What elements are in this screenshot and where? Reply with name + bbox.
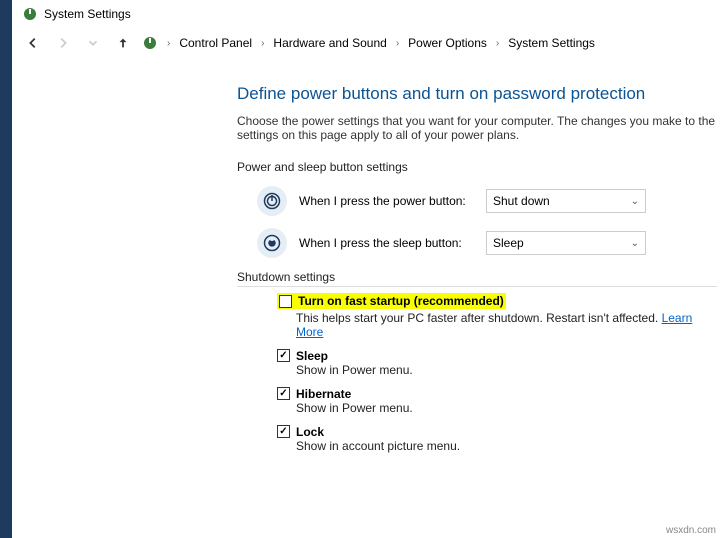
fast-startup-label: Turn on fast startup (recommended) [298,294,504,308]
titlebar: System Settings [12,0,720,28]
sleep-button-value: Sleep [493,236,524,250]
window-title: System Settings [44,7,131,21]
lock-desc: Show in account picture menu. [296,439,720,453]
hibernate-label: Hibernate [296,387,351,401]
lock-label: Lock [296,425,324,439]
power-button-dropdown[interactable]: Shut down ⌄ [486,189,646,213]
up-button[interactable] [112,32,134,54]
sleep-desc: Show in Power menu. [296,363,720,377]
hibernate-desc: Show in Power menu. [296,401,720,415]
sleep-button-dropdown[interactable]: Sleep ⌄ [486,231,646,255]
breadcrumb-power-options[interactable]: Power Options [408,36,487,50]
system-settings-window: System Settings › Control Panel › Hardwa… [12,0,720,453]
power-options-icon [22,6,38,22]
power-button-label: When I press the power button: [299,194,474,208]
page-title: Define power buttons and turn on passwor… [237,84,720,104]
fast-startup-desc: This helps start your PC faster after sh… [296,311,720,339]
back-button[interactable] [22,32,44,54]
breadcrumb-control-panel[interactable]: Control Panel [179,36,252,50]
shutdown-settings-list: Turn on fast startup (recommended) This … [237,293,720,453]
sleep-checkbox[interactable] [277,349,290,362]
power-button-row: When I press the power button: Shut down… [257,186,720,216]
power-button-value: Shut down [493,194,550,208]
chevron-right-icon: › [260,38,265,49]
chevron-right-icon: › [166,38,171,49]
lock-checkbox[interactable] [277,425,290,438]
breadcrumb-hardware-sound[interactable]: Hardware and Sound [273,36,386,50]
sleep-item: Sleep Show in Power menu. [277,349,720,377]
content-area: Define power buttons and turn on passwor… [12,64,720,453]
desktop-edge [0,0,12,538]
chevron-down-icon: ⌄ [631,196,639,207]
fast-startup-checkbox[interactable] [279,295,292,308]
fast-startup-item: Turn on fast startup (recommended) This … [277,293,720,339]
chevron-down-icon: ⌄ [631,238,639,249]
sleep-button-row: When I press the sleep button: Sleep ⌄ [257,228,720,258]
sleep-button-label: When I press the sleep button: [299,236,474,250]
chevron-right-icon: › [395,38,400,49]
power-icon [257,186,287,216]
watermark: wsxdn.com [666,525,716,536]
lock-item: Lock Show in account picture menu. [277,425,720,453]
hibernate-checkbox[interactable] [277,387,290,400]
breadcrumb-system-settings[interactable]: System Settings [508,36,595,50]
sleep-label: Sleep [296,349,328,363]
navigation-bar: › Control Panel › Hardware and Sound › P… [12,28,720,64]
sleep-icon [257,228,287,258]
recent-locations-button[interactable] [82,32,104,54]
hibernate-item: Hibernate Show in Power menu. [277,387,720,415]
chevron-right-icon: › [495,38,500,49]
forward-button[interactable] [52,32,74,54]
power-sleep-section-label: Power and sleep button settings [237,160,720,174]
control-panel-icon [142,35,158,51]
shutdown-section-label: Shutdown settings [237,270,717,287]
page-intro: Choose the power settings that you want … [237,114,720,142]
